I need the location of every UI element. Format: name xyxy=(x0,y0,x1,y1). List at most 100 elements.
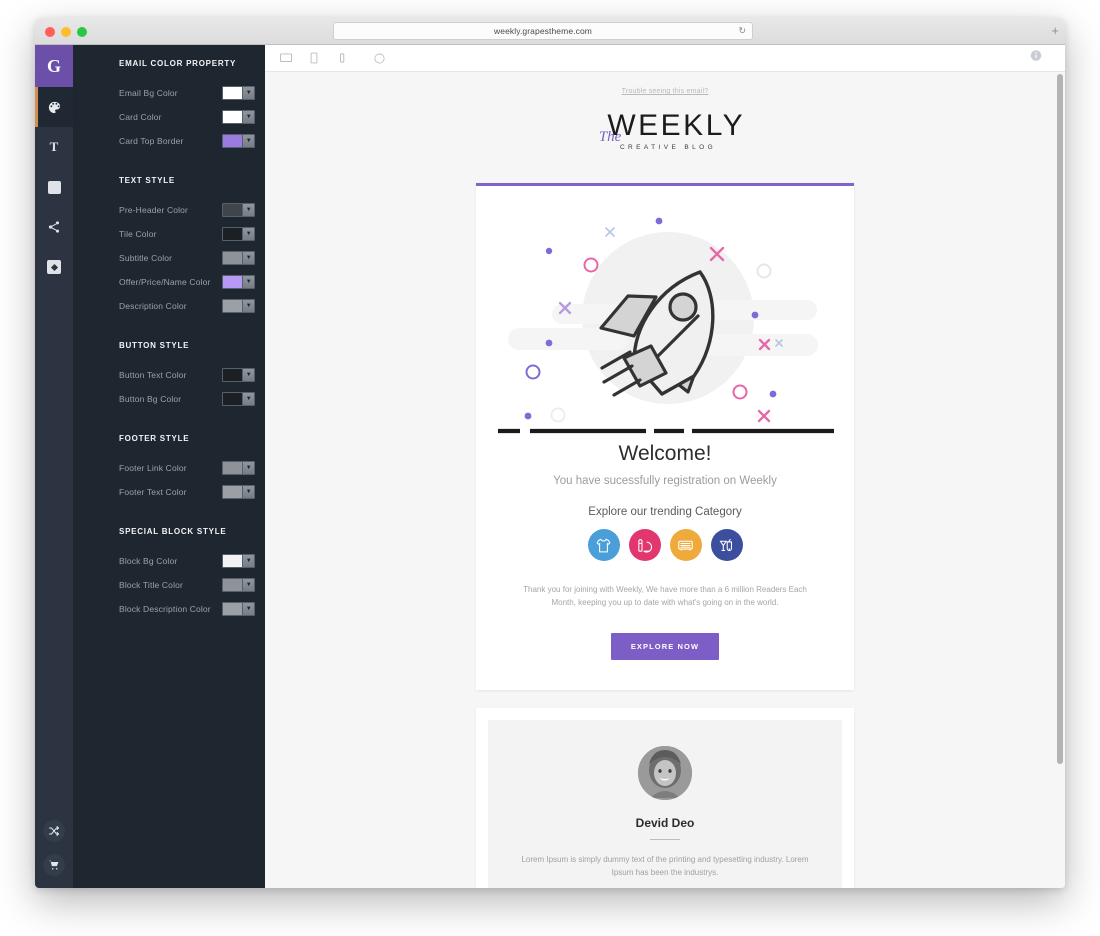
explore-heading: Explore our trending Category xyxy=(588,506,742,518)
property-row[interactable]: Description Color ▼ xyxy=(73,294,265,318)
cart-button[interactable] xyxy=(43,854,65,876)
property-row[interactable]: Card Color ▼ xyxy=(73,105,265,129)
travel-category-icon[interactable] xyxy=(669,529,702,561)
property-row[interactable]: Tile Color ▼ xyxy=(73,222,265,246)
chevron-down-icon[interactable]: ▼ xyxy=(242,300,254,312)
sidebar-item-layer-manager[interactable] xyxy=(35,167,73,207)
chevron-down-icon[interactable]: ▼ xyxy=(242,87,254,99)
sidebar-item-style-manager[interactable] xyxy=(35,87,73,127)
tablet-view-button[interactable] xyxy=(307,51,321,65)
mobile-view-button[interactable] xyxy=(335,51,349,65)
property-label: Pre-Header Color xyxy=(119,205,189,215)
reload-icon[interactable]: ↻ xyxy=(738,26,746,36)
property-row[interactable]: Subtitle Color ▼ xyxy=(73,246,265,270)
color-swatch[interactable]: ▼ xyxy=(222,368,255,382)
color-swatch[interactable]: ▼ xyxy=(222,110,255,124)
testimonial-quote: Lorem Ipsum is simply dummy text of the … xyxy=(521,855,809,878)
close-window-button[interactable] xyxy=(45,27,55,37)
chevron-down-icon[interactable]: ▼ xyxy=(242,276,254,288)
testimonial-inner: Devid Deo Lorem Ipsum is simply dummy te… xyxy=(488,720,842,888)
canvas-scrollbar[interactable] xyxy=(1057,74,1063,764)
bus-icon xyxy=(678,540,693,550)
minimize-window-button[interactable] xyxy=(61,27,71,37)
email-logo: TheWEEKLY CREATIVE BLOG xyxy=(265,109,1065,151)
color-preview xyxy=(223,603,243,615)
shuffle-button[interactable] xyxy=(43,820,65,842)
property-row[interactable]: Offer/Price/Name Color ▼ xyxy=(73,270,265,294)
color-swatch[interactable]: ▼ xyxy=(222,203,255,217)
browser-window: weekly.grapestheme.com ↻ + G T EMAIL COL… xyxy=(35,18,1065,888)
property-row[interactable]: Button Text Color ▼ xyxy=(73,363,265,387)
sidebar-item-trait-manager[interactable]: T xyxy=(35,127,73,167)
email-canvas[interactable]: Trouble seeing this email? TheWEEKLY CRE… xyxy=(265,72,1065,888)
welcome-card[interactable]: Welcome! You have sucessfully registrati… xyxy=(476,183,854,691)
property-label: Card Top Border xyxy=(119,136,184,146)
color-swatch[interactable]: ▼ xyxy=(222,227,255,241)
grapesjs-logo[interactable]: G xyxy=(35,45,73,87)
property-row[interactable]: Block Bg Color ▼ xyxy=(73,549,265,573)
desktop-view-button[interactable] xyxy=(279,51,293,65)
address-bar[interactable]: weekly.grapestheme.com ↻ xyxy=(333,22,753,40)
shuffle-icon xyxy=(49,826,60,836)
browser-titlebar: weekly.grapestheme.com ↻ + xyxy=(35,18,1065,45)
avatar xyxy=(638,746,692,801)
color-swatch[interactable]: ▼ xyxy=(222,602,255,616)
tablet-icon xyxy=(310,52,318,64)
property-row[interactable]: Button Bg Color ▼ xyxy=(73,387,265,411)
chevron-down-icon[interactable]: ▼ xyxy=(242,228,254,240)
tshirt-icon xyxy=(596,538,611,552)
chevron-down-icon[interactable]: ▼ xyxy=(242,135,254,147)
new-tab-button[interactable]: + xyxy=(1051,24,1059,37)
chevron-down-icon[interactable]: ▼ xyxy=(242,369,254,381)
property-row[interactable]: Email Bg Color ▼ xyxy=(73,81,265,105)
property-label: Button Bg Color xyxy=(119,394,182,404)
property-label: Block Bg Color xyxy=(119,556,178,566)
property-label: Block Title Color xyxy=(119,580,183,590)
chevron-down-icon[interactable]: ▼ xyxy=(242,462,254,474)
preview-button[interactable] xyxy=(373,52,386,65)
color-swatch[interactable]: ▼ xyxy=(222,86,255,100)
preview-circle-icon xyxy=(374,52,385,64)
avatar-photo xyxy=(638,746,692,801)
color-swatch[interactable]: ▼ xyxy=(222,299,255,313)
color-swatch[interactable]: ▼ xyxy=(222,554,255,568)
sidebar-item-share[interactable] xyxy=(35,207,73,247)
chevron-down-icon[interactable]: ▼ xyxy=(242,111,254,123)
chevron-down-icon[interactable]: ▼ xyxy=(242,204,254,216)
maximize-window-button[interactable] xyxy=(77,27,87,37)
color-swatch[interactable]: ▼ xyxy=(222,485,255,499)
color-swatch[interactable]: ▼ xyxy=(222,578,255,592)
group-title: FOOTER STYLE xyxy=(119,434,190,443)
color-swatch[interactable]: ▼ xyxy=(222,275,255,289)
color-swatch[interactable]: ▼ xyxy=(222,251,255,265)
welcome-subtitle: You have sucessfully registration on Wee… xyxy=(553,475,777,487)
color-swatch[interactable]: ▼ xyxy=(222,134,255,148)
chevron-down-icon[interactable]: ▼ xyxy=(242,555,254,567)
property-row[interactable]: Pre-Header Color ▼ xyxy=(73,198,265,222)
color-swatch[interactable]: ▼ xyxy=(222,392,255,406)
food-drink-category-icon[interactable] xyxy=(710,529,743,561)
chevron-down-icon[interactable]: ▼ xyxy=(242,486,254,498)
desktop-icon xyxy=(279,53,293,62)
color-swatch[interactable]: ▼ xyxy=(222,461,255,475)
fashion-category-icon[interactable] xyxy=(587,529,620,561)
chevron-down-icon[interactable]: ▼ xyxy=(242,252,254,264)
property-label: Subtitle Color xyxy=(119,253,173,263)
share-icon xyxy=(48,221,60,233)
chevron-down-icon[interactable]: ▼ xyxy=(242,603,254,615)
beauty-category-icon[interactable] xyxy=(628,529,661,561)
pre-header-link[interactable]: Trouble seeing this email? xyxy=(265,88,1065,95)
property-row[interactable]: Card Top Border ▼ xyxy=(73,129,265,153)
property-row[interactable]: Footer Text Color ▼ xyxy=(73,480,265,504)
property-label: Button Text Color xyxy=(119,370,187,380)
property-label: Footer Link Color xyxy=(119,463,187,473)
chevron-down-icon[interactable]: ▼ xyxy=(242,579,254,591)
property-row[interactable]: Block Title Color ▼ xyxy=(73,573,265,597)
info-button[interactable] xyxy=(1029,49,1043,68)
testimonial-card[interactable]: Devid Deo Lorem Ipsum is simply dummy te… xyxy=(476,708,854,888)
chevron-down-icon[interactable]: ▼ xyxy=(242,393,254,405)
explore-now-button[interactable]: EXPLORE NOW xyxy=(610,633,720,661)
sidebar-item-import[interactable] xyxy=(35,247,73,287)
property-row[interactable]: Block Description Color ▼ xyxy=(73,597,265,621)
property-row[interactable]: Footer Link Color ▼ xyxy=(73,456,265,480)
